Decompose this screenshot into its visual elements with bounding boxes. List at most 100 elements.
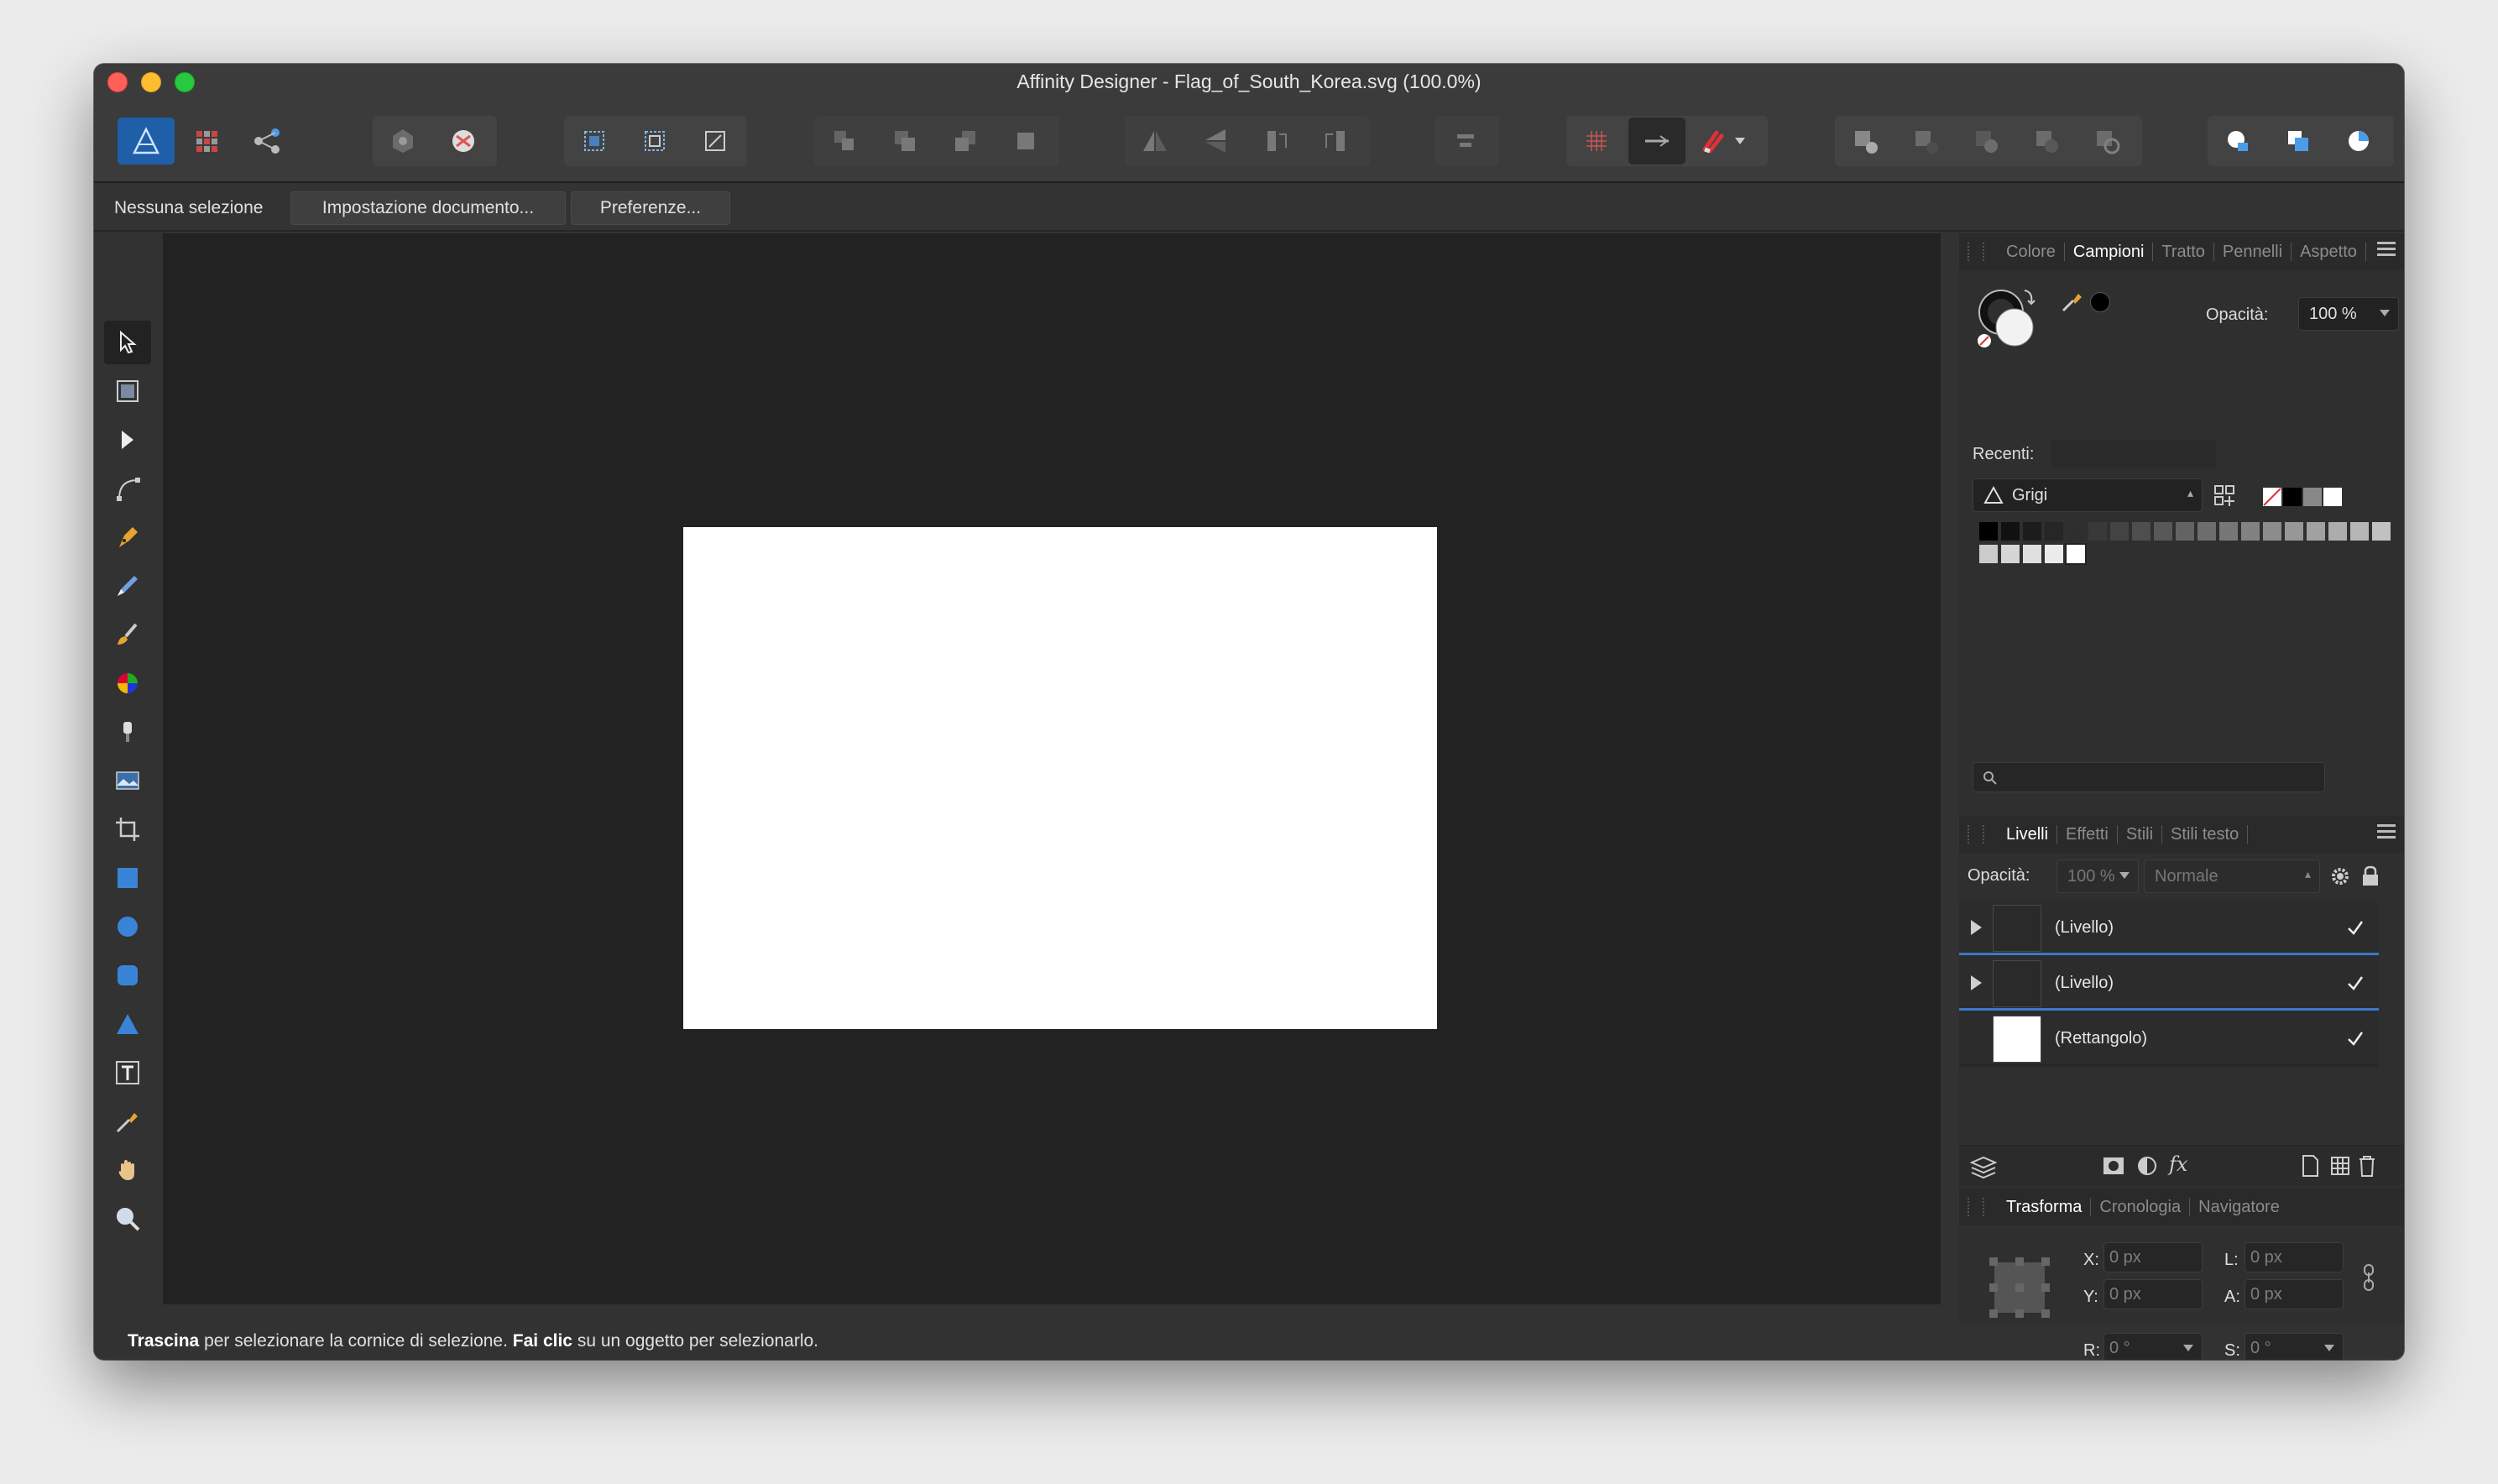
- tab-stili[interactable]: Stili: [2118, 825, 2163, 844]
- link-proportions-icon[interactable]: [2360, 1262, 2377, 1293]
- pencil-tool-icon[interactable]: [104, 564, 151, 608]
- palette-swatch[interactable]: [1979, 522, 1998, 541]
- move-back-icon[interactable]: [876, 118, 933, 165]
- layer-row[interactable]: (Livello): [1959, 957, 2379, 1011]
- add-icon[interactable]: [1837, 118, 1894, 165]
- tab-pennelli[interactable]: Pennelli: [2214, 243, 2292, 261]
- triangle-tool-icon[interactable]: [104, 1002, 151, 1046]
- artboard-tool-icon[interactable]: [104, 369, 151, 413]
- palette-swatch[interactable]: [2241, 522, 2260, 541]
- lock-icon[interactable]: [2360, 865, 2380, 888]
- tab-aspetto[interactable]: Aspetto: [2292, 243, 2366, 261]
- add-swatch-icon[interactable]: [2213, 483, 2238, 509]
- panel-menu-icon[interactable]: [2377, 824, 2396, 841]
- white-swatch[interactable]: [2323, 488, 2342, 506]
- tab-tratto[interactable]: Tratto: [2153, 243, 2214, 261]
- blend-mode-dropdown[interactable]: Normale ▴: [2144, 860, 2320, 893]
- tab-trasforma[interactable]: Trasforma: [1998, 1198, 2092, 1216]
- fill-tool-icon[interactable]: [104, 661, 151, 705]
- insert-behind-icon[interactable]: [2270, 118, 2327, 165]
- crop-tool-icon[interactable]: [104, 807, 151, 851]
- ellipse-tool-icon[interactable]: [104, 905, 151, 948]
- palette-swatch[interactable]: [2045, 522, 2063, 541]
- palette-dropdown[interactable]: Grigi ▴: [1973, 478, 2203, 512]
- intersect-icon[interactable]: [1957, 118, 2015, 165]
- rotate-right-icon[interactable]: [1308, 118, 1365, 165]
- gray-swatch[interactable]: [2303, 488, 2322, 506]
- tab-colore[interactable]: Colore: [1998, 243, 2065, 261]
- expand-arrow-icon[interactable]: [1971, 975, 1982, 990]
- move-forward-icon[interactable]: [937, 118, 994, 165]
- add-group-icon[interactable]: [2328, 1154, 2352, 1178]
- visibility-checkbox[interactable]: [2344, 917, 2367, 940]
- corner-tool-icon[interactable]: [104, 467, 151, 510]
- panel-grip-icon[interactable]: [1968, 825, 1984, 844]
- tab-livelli[interactable]: Livelli: [1998, 825, 2058, 844]
- none-swatch[interactable]: [2263, 488, 2281, 506]
- fill-stroke-selector[interactable]: [1973, 285, 2045, 353]
- divide-icon[interactable]: [2078, 118, 2135, 165]
- visibility-checkbox[interactable]: [2344, 972, 2367, 995]
- document-page[interactable]: [683, 527, 1437, 1029]
- panel-grip-icon[interactable]: [1968, 1198, 1984, 1216]
- rotation-input[interactable]: 0 °: [2103, 1333, 2203, 1360]
- y-input[interactable]: 0 px: [2103, 1279, 2203, 1309]
- tab-stili-testo[interactable]: Stili testo: [2162, 825, 2249, 844]
- palette-swatch[interactable]: [1979, 545, 1998, 563]
- palette-swatch[interactable]: [2176, 522, 2194, 541]
- transparency-tool-icon[interactable]: [104, 710, 151, 754]
- select-shape-icon[interactable]: [626, 118, 683, 165]
- vector-brush-tool-icon[interactable]: [104, 613, 151, 656]
- select-bounds-icon[interactable]: [566, 118, 623, 165]
- tab-campioni[interactable]: Campioni: [2065, 243, 2154, 261]
- insert-inside-icon[interactable]: [2209, 118, 2266, 165]
- palette-swatch[interactable]: [2110, 522, 2129, 541]
- place-image-tool-icon[interactable]: [104, 759, 151, 802]
- palette-swatch[interactable]: [2219, 522, 2238, 541]
- insert-top-icon[interactable]: [2330, 118, 2387, 165]
- palette-swatch[interactable]: [2088, 522, 2107, 541]
- expand-arrow-icon[interactable]: [1971, 920, 1982, 935]
- document-setup-button[interactable]: Impostazione documento...: [290, 191, 566, 225]
- visibility-checkbox[interactable]: [2344, 1027, 2367, 1051]
- palette-swatch[interactable]: [2372, 522, 2391, 541]
- align-icon[interactable]: [1437, 118, 1494, 165]
- settings-gear-icon[interactable]: [2328, 865, 2352, 888]
- document-canvas[interactable]: [163, 233, 1941, 1304]
- add-pixel-layer-icon[interactable]: [2300, 1154, 2320, 1178]
- grid-icon[interactable]: [1568, 118, 1625, 165]
- swatch-opacity-dropdown[interactable]: 100 %: [2298, 297, 2399, 331]
- layer-row[interactable]: (Livello): [1959, 901, 2379, 955]
- picked-color-swatch[interactable]: [2090, 292, 2110, 312]
- fx-icon[interactable]: fx: [2169, 1152, 2187, 1176]
- tab-navigatore[interactable]: Navigatore: [2190, 1198, 2288, 1216]
- move-tool-icon[interactable]: [104, 321, 151, 364]
- subtract-icon[interactable]: [1897, 118, 1954, 165]
- palette-swatch[interactable]: [2198, 522, 2216, 541]
- gray-swatch-grid[interactable]: [1979, 522, 2391, 569]
- pen-tool-icon[interactable]: [104, 515, 151, 559]
- move-to-front-icon[interactable]: [997, 118, 1054, 165]
- transform-origin-icon[interactable]: [687, 118, 744, 165]
- palette-swatch[interactable]: [2350, 522, 2369, 541]
- baseline-icon[interactable]: [1628, 118, 1685, 165]
- preferences-button[interactable]: Preferenze...: [571, 191, 730, 225]
- palette-swatch[interactable]: [2065, 543, 2087, 565]
- move-to-back-icon[interactable]: [816, 118, 873, 165]
- height-input[interactable]: 0 px: [2245, 1279, 2344, 1309]
- zoom-tool-icon[interactable]: [104, 1197, 151, 1241]
- palette-swatch[interactable]: [2001, 522, 2020, 541]
- palette-swatch[interactable]: [2307, 522, 2325, 541]
- palette-swatch[interactable]: [2023, 522, 2041, 541]
- rotate-left-icon[interactable]: [1247, 118, 1304, 165]
- x-input[interactable]: 0 px: [2103, 1242, 2203, 1272]
- layer-row[interactable]: (Rettangolo): [1959, 1012, 2379, 1066]
- panel-grip-icon[interactable]: [1968, 243, 1984, 261]
- width-input[interactable]: 0 px: [2245, 1242, 2344, 1272]
- tab-effetti[interactable]: Effetti: [2057, 825, 2118, 844]
- designer-persona-icon[interactable]: [118, 118, 175, 165]
- assistant-icon[interactable]: [374, 118, 431, 165]
- flip-horizontal-icon[interactable]: [1126, 118, 1184, 165]
- mask-layer-icon[interactable]: [2102, 1154, 2125, 1178]
- delete-trash-icon[interactable]: [2357, 1154, 2377, 1178]
